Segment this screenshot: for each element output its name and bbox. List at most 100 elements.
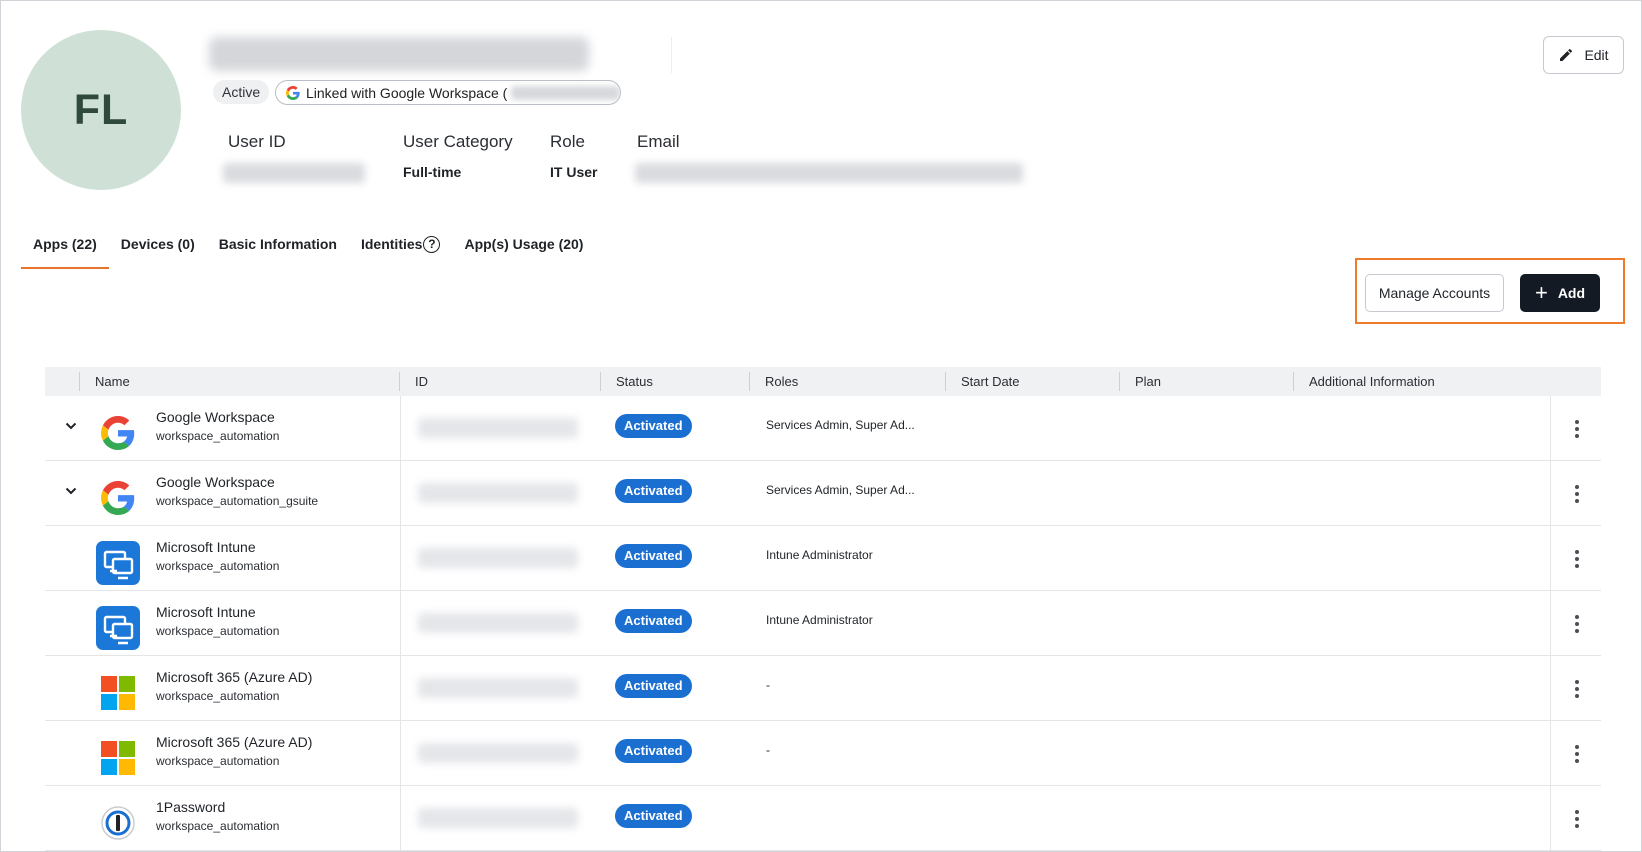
- edit-button[interactable]: Edit: [1543, 36, 1624, 74]
- email-label: Email: [637, 132, 680, 151]
- apps-table: Name ID Status Roles Start Date Plan Add…: [45, 367, 1601, 851]
- column-header-roles[interactable]: Roles: [765, 374, 798, 389]
- column-divider: [1550, 526, 1551, 591]
- table-row[interactable]: Microsoft Intune workspace_automation Ac…: [45, 526, 1601, 591]
- column-divider: [400, 591, 401, 656]
- tab-app-usage-label: App(s) Usage (20): [464, 236, 584, 252]
- user-id-value-redacted: [223, 163, 365, 183]
- tab-basic-information[interactable]: Basic Information: [207, 233, 349, 269]
- app-name[interactable]: Microsoft 365 (Azure AD): [156, 734, 312, 750]
- app-account: workspace_automation_gsuite: [156, 494, 319, 508]
- column-divider: [400, 396, 401, 461]
- app-name[interactable]: Microsoft Intune: [156, 539, 256, 555]
- column-divider: [1550, 591, 1551, 656]
- intune-icon: [96, 606, 140, 650]
- tab-bar: Apps (22) Devices (0) Basic Information …: [21, 233, 595, 269]
- column-header-plan[interactable]: Plan: [1135, 374, 1161, 389]
- column-header-id[interactable]: ID: [415, 374, 428, 389]
- app-name[interactable]: Google Workspace: [156, 409, 275, 425]
- tab-devices[interactable]: Devices (0): [109, 233, 207, 269]
- app-name[interactable]: 1Password: [156, 799, 225, 815]
- microsoft-icon: [96, 736, 140, 780]
- column-header-additional-information[interactable]: Additional Information: [1309, 374, 1435, 389]
- row-menu-icon[interactable]: [1565, 417, 1589, 441]
- account-id-redacted: [418, 418, 578, 438]
- add-button[interactable]: + Add: [1520, 274, 1600, 312]
- help-circle-icon[interactable]: ?: [423, 236, 441, 253]
- plus-icon: +: [1534, 280, 1548, 305]
- table-row[interactable]: 1Password workspace_automation Activated: [45, 786, 1601, 851]
- app-name[interactable]: Microsoft 365 (Azure AD): [156, 669, 312, 685]
- chevron-down-icon: [65, 422, 77, 430]
- table-row[interactable]: Google Workspace workspace_automation Ac…: [45, 396, 1601, 461]
- account-id-redacted: [418, 743, 578, 763]
- column-divider: [400, 721, 401, 786]
- tab-identities-label: Identities: [360, 236, 423, 252]
- app-account: workspace_automation: [156, 429, 280, 443]
- tab-devices-label: Devices (0): [120, 236, 195, 252]
- column-separator: [1293, 372, 1294, 391]
- user-detail-page: FL Active Linked with Google Workspace (…: [0, 0, 1642, 852]
- pencil-icon: [1560, 48, 1573, 61]
- row-menu-icon[interactable]: [1565, 807, 1589, 831]
- linked-workspace-chip[interactable]: Linked with Google Workspace (: [275, 80, 621, 105]
- tab-basic-information-label: Basic Information: [218, 236, 337, 252]
- column-header-name[interactable]: Name: [95, 374, 130, 389]
- role-value: IT User: [550, 164, 598, 180]
- table-row[interactable]: Google Workspace workspace_automation_gs…: [45, 461, 1601, 526]
- expand-row-button[interactable]: [61, 416, 81, 436]
- column-divider: [1550, 721, 1551, 786]
- 1password-icon: [96, 801, 140, 845]
- table-row[interactable]: Microsoft Intune workspace_automation Ac…: [45, 591, 1601, 656]
- header-divider: [671, 37, 672, 73]
- roles-cell: Intune Administrator: [766, 548, 873, 562]
- column-separator: [1119, 372, 1120, 391]
- linked-domain-redacted: [511, 85, 620, 100]
- row-menu-icon[interactable]: [1565, 612, 1589, 636]
- roles-cell: Services Admin, Super Ad...: [766, 483, 915, 497]
- user-name-redacted: [209, 37, 589, 71]
- expand-row-button[interactable]: [61, 481, 81, 501]
- google-icon: [286, 85, 300, 100]
- column-divider: [1550, 656, 1551, 721]
- column-header-start-date[interactable]: Start Date: [961, 374, 1020, 389]
- row-menu-icon[interactable]: [1565, 482, 1589, 506]
- tab-apps[interactable]: Apps (22): [21, 233, 109, 269]
- user-id-label: User ID: [228, 132, 286, 151]
- account-id-redacted: [418, 678, 578, 698]
- app-account: workspace_automation: [156, 624, 280, 638]
- account-id-redacted: [418, 613, 578, 633]
- google-icon: [96, 411, 140, 455]
- table-row[interactable]: Microsoft 365 (Azure AD) workspace_autom…: [45, 656, 1601, 721]
- app-name[interactable]: Google Workspace: [156, 474, 275, 490]
- column-header-status[interactable]: Status: [616, 374, 653, 389]
- app-account: workspace_automation: [156, 754, 280, 768]
- column-divider: [1550, 461, 1551, 526]
- tab-apps-label: Apps (22): [33, 236, 97, 252]
- app-name[interactable]: Microsoft Intune: [156, 604, 256, 620]
- avatar: FL: [21, 30, 181, 190]
- app-account: workspace_automation: [156, 819, 280, 833]
- status-badge: Activated: [615, 674, 692, 698]
- status-badge: Activated: [615, 804, 692, 828]
- user-status-chip: Active: [213, 80, 270, 104]
- row-menu-icon[interactable]: [1565, 742, 1589, 766]
- row-menu-icon[interactable]: [1565, 547, 1589, 571]
- account-id-redacted: [418, 808, 578, 828]
- role-label: Role: [550, 132, 585, 151]
- column-separator: [399, 372, 400, 391]
- user-category-label: User Category: [403, 132, 513, 151]
- status-badge: Activated: [615, 739, 692, 763]
- tab-app-usage[interactable]: App(s) Usage (20): [452, 233, 595, 269]
- column-divider: [400, 461, 401, 526]
- table-row[interactable]: Microsoft 365 (Azure AD) workspace_autom…: [45, 721, 1601, 786]
- account-id-redacted: [418, 548, 578, 568]
- roles-cell: -: [766, 678, 770, 692]
- linked-workspace-label: Linked with Google Workspace (: [306, 84, 508, 101]
- tab-identities[interactable]: Identities?: [349, 233, 452, 269]
- edit-button-label: Edit: [1584, 47, 1609, 63]
- row-menu-icon[interactable]: [1565, 677, 1589, 701]
- chevron-down-icon: [65, 487, 77, 495]
- column-divider: [400, 786, 401, 851]
- manage-accounts-button[interactable]: Manage Accounts: [1365, 274, 1504, 312]
